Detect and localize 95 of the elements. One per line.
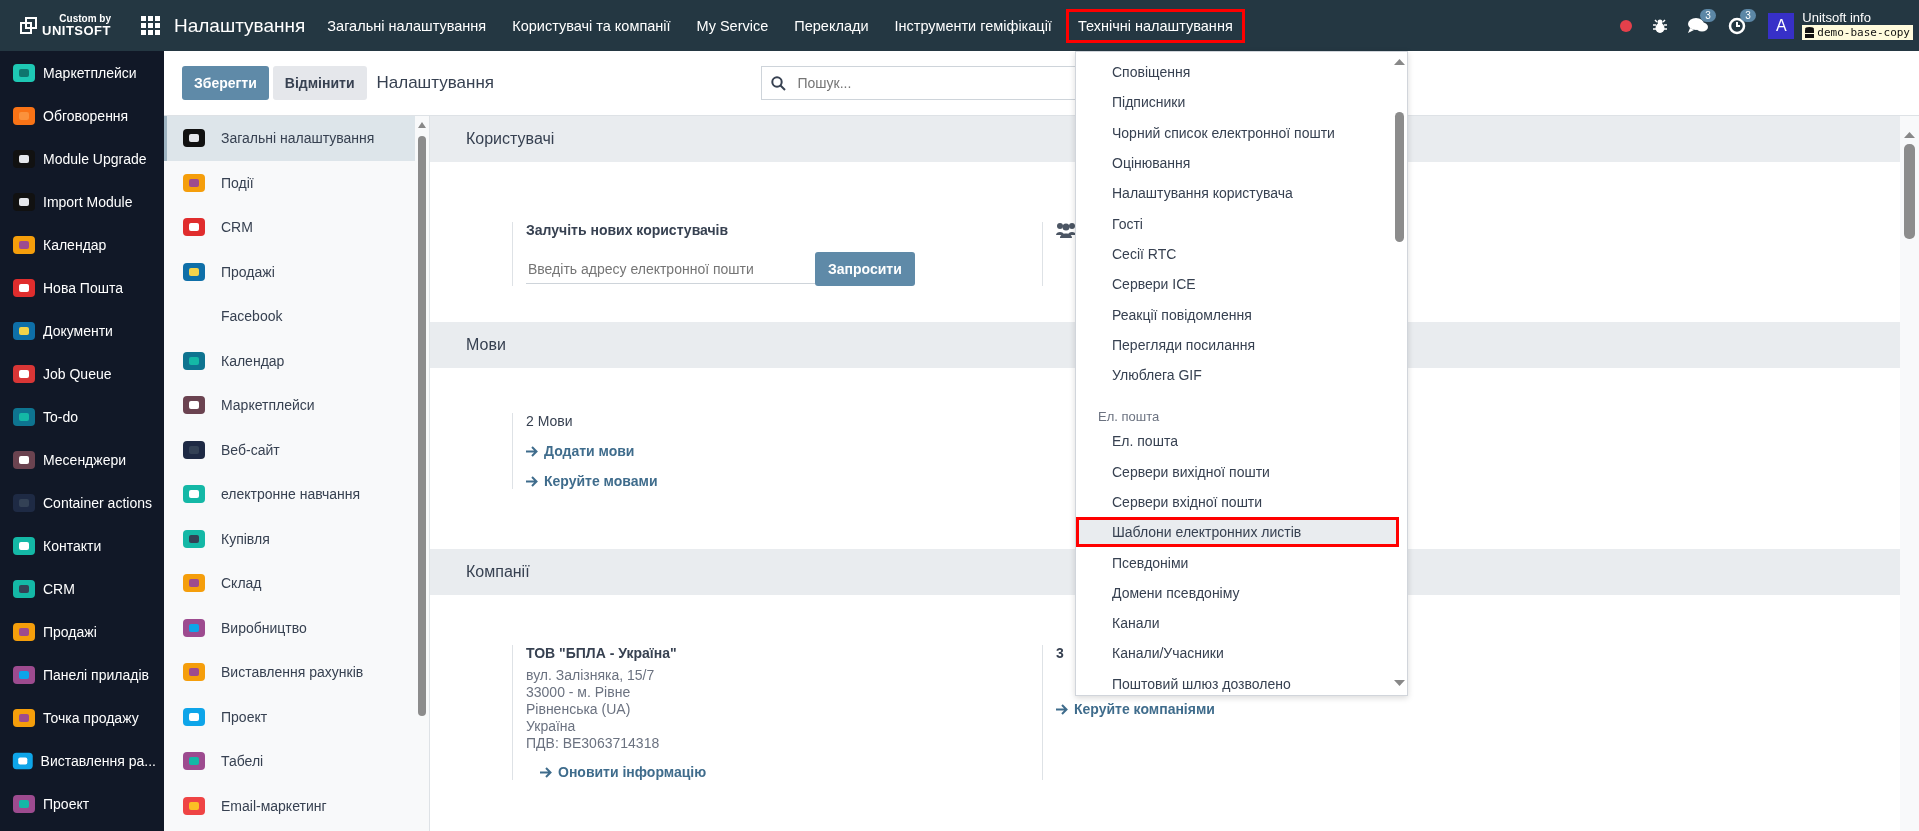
dropdown-item[interactable]: Сервери ICE: [1076, 269, 1391, 300]
status-dot: [1620, 19, 1633, 32]
database-label: demo-base-copy: [1802, 25, 1913, 40]
address-line: вул. Залізняка, 15/7: [526, 667, 656, 684]
app-title: Налаштування: [174, 14, 306, 37]
settings-nav-item[interactable]: Календар: [164, 338, 415, 383]
app-menu-item[interactable]: Календар: [0, 223, 164, 266]
dropdown-item[interactable]: Ел. пошта: [1076, 426, 1391, 457]
menu-item[interactable]: My Service: [684, 8, 781, 43]
settings-nav-item[interactable]: Веб-сайт: [164, 427, 415, 472]
settings-nav-item[interactable]: Загальні налаштування: [164, 116, 415, 161]
settings-nav-item[interactable]: CRM: [164, 205, 415, 250]
settings-nav-item[interactable]: Табелі: [164, 739, 415, 784]
menu-item[interactable]: Технічні налаштування: [1065, 8, 1245, 43]
menu-item[interactable]: Інструменти геміфікації: [882, 8, 1064, 43]
link[interactable]: Керуйте мовами: [526, 473, 658, 489]
user-avatar[interactable]: A: [1768, 12, 1795, 39]
address-line: Україна: [526, 718, 577, 735]
link[interactable]: Керуйте компаніями: [1056, 701, 1215, 717]
arrow-right-icon: [526, 445, 538, 457]
app-menu-item[interactable]: Панелі приладів: [0, 653, 164, 696]
clock-icon[interactable]: [1728, 16, 1747, 35]
company-name: ТОВ "БПЛА - Україна": [526, 645, 677, 661]
menu-group-header: Ел. пошта: [1097, 408, 1161, 427]
logo-caption: Custom by: [58, 13, 111, 24]
settings-nav-item[interactable]: Купівля: [164, 516, 415, 561]
settings-nav-item[interactable]: Маркетплейси: [164, 383, 415, 428]
count-badge: 3: [1700, 9, 1716, 22]
dropdown-item[interactable]: Налаштування користувача: [1076, 178, 1391, 209]
dropdown-item[interactable]: Чорний список електронної пошти: [1076, 117, 1391, 148]
logo-icon: [20, 16, 38, 35]
app-menu-item[interactable]: Container actions: [0, 481, 164, 524]
app-menu-item[interactable]: Продажі: [0, 610, 164, 653]
settings-nav-item[interactable]: електронне навчання: [164, 472, 415, 517]
app-menu-item[interactable]: Точка продажу: [0, 696, 164, 739]
dropdown-item[interactable]: Канали: [1076, 608, 1391, 639]
discard-button[interactable]: Відмінити: [272, 66, 367, 100]
menu-item[interactable]: Переклади: [782, 8, 881, 43]
count-badge: 3: [1740, 8, 1756, 22]
dropdown-item[interactable]: Сповіщення: [1076, 57, 1391, 88]
app-menu-item[interactable]: CRM: [0, 567, 164, 610]
database-icon: [1805, 27, 1815, 38]
menu-item[interactable]: Користувачі та компанії: [500, 8, 683, 43]
arrow-right-icon: [526, 475, 538, 487]
settings-nav-item[interactable]: Події: [164, 160, 415, 205]
logo-text: UNITSOFT: [42, 24, 111, 38]
dropdown-item[interactable]: Сервери вхідної пошти: [1076, 486, 1391, 518]
dropdown-item[interactable]: Підписники: [1076, 87, 1391, 118]
invite-button[interactable]: Запросити: [815, 252, 915, 286]
app-menu-item[interactable]: Маркетплейси: [0, 51, 164, 94]
app-menu-item[interactable]: To-do: [0, 395, 164, 438]
settings-nav-item[interactable]: Виробництво: [164, 605, 415, 650]
app-menu-item[interactable]: Контакти: [0, 524, 164, 567]
company-count: 3: [1056, 645, 1064, 661]
users-icon: [1056, 222, 1076, 238]
settings-nav-item[interactable]: Facebook: [164, 294, 415, 339]
app-menu-item[interactable]: Module Upgrade: [0, 137, 164, 180]
arrow-right-icon: [1056, 703, 1068, 715]
settings-nav-item[interactable]: Email-маркетинг: [164, 783, 415, 828]
app-menu-item[interactable]: Месенджери: [0, 438, 164, 481]
dropdown-item[interactable]: Псевдоніми: [1076, 547, 1391, 578]
dropdown-item[interactable]: Сесії RTC: [1076, 238, 1391, 270]
app-menu-item[interactable]: Job Queue: [0, 352, 164, 395]
app-menu-item[interactable]: Проект: [0, 782, 164, 825]
field-label: Залучіть нових користувачів: [526, 222, 729, 238]
chat-icon[interactable]: [1688, 17, 1709, 34]
search-icon: [770, 76, 786, 91]
settings-nav-item[interactable]: Виставлення рахунків: [164, 650, 415, 695]
app-menu-item[interactable]: Import Module: [0, 180, 164, 223]
address-line: ПДВ: BE3063714318: [526, 735, 660, 752]
dropdown-item[interactable]: Шаблони електронних листів: [1076, 517, 1399, 548]
bug-icon[interactable]: [1652, 17, 1669, 34]
menu-item[interactable]: Загальні налаштування: [315, 8, 499, 43]
link[interactable]: Додати мови: [526, 443, 635, 459]
user-name: Unitsoft info: [1802, 11, 1872, 25]
link[interactable]: Оновити інформацію: [540, 764, 707, 780]
settings-nav-item[interactable]: Проект: [164, 694, 415, 739]
dropdown-item[interactable]: Сервери вихідної пошти: [1076, 456, 1391, 487]
app-menu-item[interactable]: Виставлення ра...: [0, 739, 164, 782]
arrow-right-icon: [540, 766, 552, 778]
language-count: 2 Мови: [526, 413, 573, 429]
app-menu-item[interactable]: Обговорення: [0, 94, 164, 137]
app-menu-item[interactable]: Документи: [0, 309, 164, 352]
address-line: 33000 - м. Рівне: [526, 684, 632, 701]
breadcrumb: Налаштування: [376, 73, 495, 93]
settings-nav-item[interactable]: Склад: [164, 561, 415, 606]
settings-nav-item[interactable]: Продажі: [164, 249, 415, 294]
dropdown-item[interactable]: Канали/Учасники: [1076, 638, 1391, 669]
address-line: Рівненська (UA): [526, 701, 632, 718]
app-menu-item[interactable]: Нова Пошта: [0, 266, 164, 309]
dropdown-item[interactable]: Поштовий шлюз дозволено: [1076, 668, 1391, 699]
dropdown-item[interactable]: Перегляди посилання: [1076, 329, 1391, 360]
save-button[interactable]: Зберегти: [182, 66, 269, 100]
dropdown-item[interactable]: Гості: [1076, 208, 1391, 239]
apps-menu-icon[interactable]: [141, 16, 160, 35]
